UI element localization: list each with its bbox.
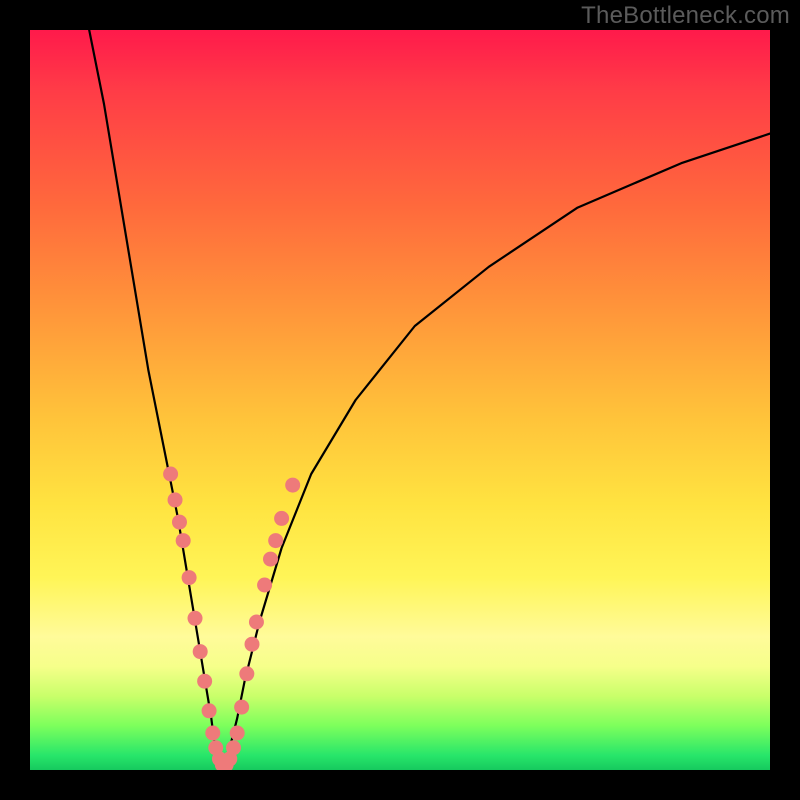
plot-area	[30, 30, 770, 770]
data-marker	[205, 726, 220, 741]
data-marker	[268, 533, 283, 548]
data-marker	[257, 578, 272, 593]
data-marker	[245, 637, 260, 652]
watermark-text: TheBottleneck.com	[581, 2, 790, 30]
data-marker	[285, 478, 300, 493]
data-marker	[193, 644, 208, 659]
data-marker	[168, 492, 183, 507]
data-markers	[163, 467, 300, 771]
data-marker	[274, 511, 289, 526]
data-marker	[239, 666, 254, 681]
data-marker	[202, 703, 217, 718]
data-marker	[249, 615, 264, 630]
data-marker	[197, 674, 212, 689]
data-marker	[226, 740, 241, 755]
data-marker	[182, 570, 197, 585]
data-marker	[234, 700, 249, 715]
bottleneck-curve	[89, 30, 770, 766]
curve-layer	[30, 30, 770, 770]
data-marker	[263, 552, 278, 567]
data-marker	[188, 611, 203, 626]
data-marker	[172, 515, 187, 530]
data-marker	[230, 726, 245, 741]
chart-frame: TheBottleneck.com	[0, 0, 800, 800]
data-marker	[176, 533, 191, 548]
data-marker	[163, 467, 178, 482]
